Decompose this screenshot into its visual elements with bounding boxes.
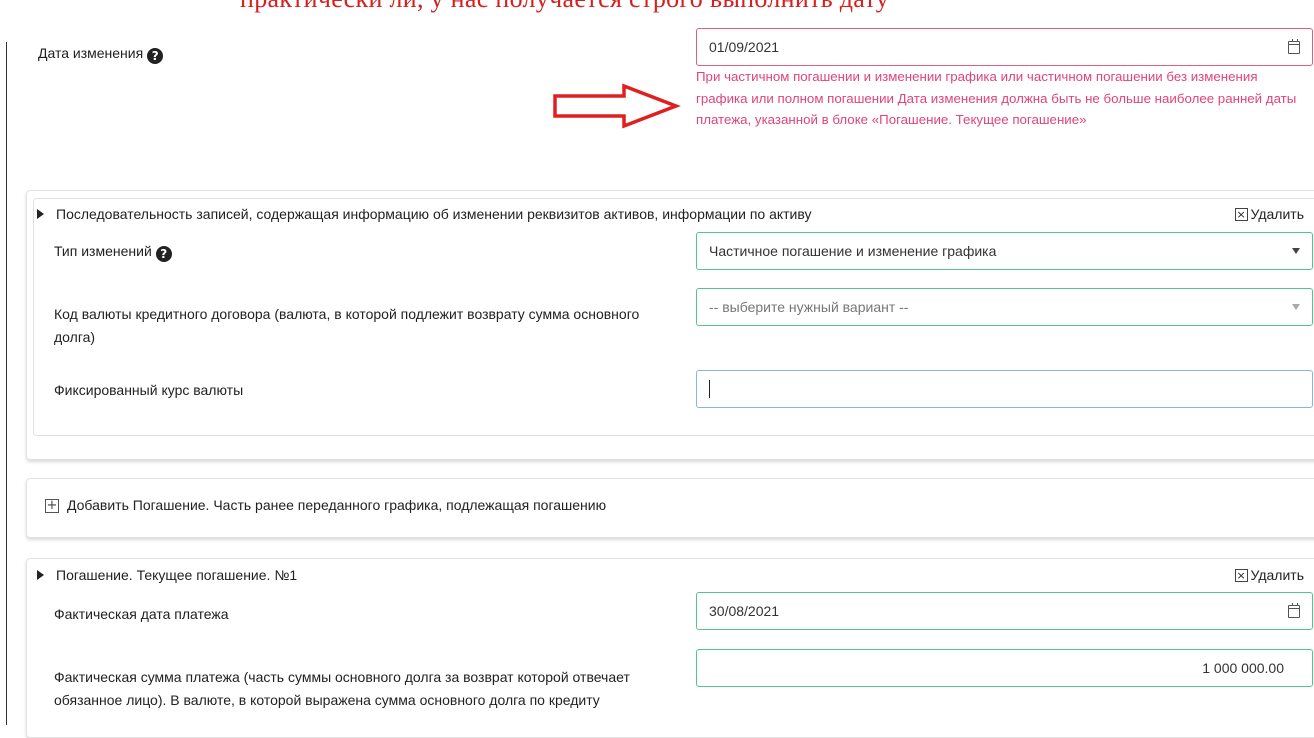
actual-date-input[interactable]: 30/08/2021 (696, 592, 1313, 630)
fixed-rate-input[interactable] (696, 370, 1313, 408)
chevron-down-icon (1292, 304, 1300, 310)
close-icon: × (1234, 207, 1248, 221)
actual-amount-input[interactable]: 1 000 000.00 (696, 649, 1313, 687)
changes-section-title: Последовательность записей, содержащая и… (56, 206, 812, 222)
collapse-triangle-icon[interactable] (37, 570, 44, 580)
calendar-icon[interactable] (1288, 38, 1300, 54)
changes-delete-button[interactable]: × Удалить (1234, 206, 1304, 222)
change-date-label: Дата изменения? (38, 45, 164, 64)
change-type-select[interactable]: Частичное погашение и изменение графика (696, 232, 1313, 270)
calendar-icon[interactable] (1288, 602, 1300, 618)
repayment-delete-button[interactable]: × Удалить (1234, 567, 1304, 583)
fixed-rate-label: Фиксированный курс валюты (54, 382, 244, 398)
red-arrow-annotation (553, 83, 681, 129)
text-cursor (709, 380, 710, 398)
change-date-error: При частичном погашении и изменении граф… (696, 69, 1297, 127)
chevron-down-icon (1292, 248, 1300, 254)
change-type-label: Тип изменений? (54, 240, 172, 263)
question-circle-icon[interactable]: ? (155, 246, 172, 262)
actual-amount-label: Фактическая сумма платежа (часть суммы о… (54, 669, 630, 708)
question-circle-icon[interactable]: ? (147, 48, 164, 64)
actual-date-label: Фактическая дата платежа (54, 606, 229, 622)
plus-icon[interactable]: + (45, 499, 59, 513)
collapse-triangle-icon[interactable] (37, 209, 44, 219)
repayment-section-title: Погашение. Текущее погашение. №1 (56, 567, 298, 583)
add-repayment-link[interactable]: Добавить Погашение. Часть ранее переданн… (67, 497, 606, 513)
currency-code-label: Код валюты кредитного договора (валюта, … (54, 306, 640, 345)
change-date-input[interactable]: 01/09/2021 (696, 28, 1313, 66)
currency-code-select[interactable]: -- выберите нужный вариант -- (696, 288, 1313, 326)
annotation-top-text: практически ли, у нас получается строго … (240, 0, 889, 14)
left-divider (6, 42, 7, 725)
close-icon: × (1234, 568, 1248, 582)
